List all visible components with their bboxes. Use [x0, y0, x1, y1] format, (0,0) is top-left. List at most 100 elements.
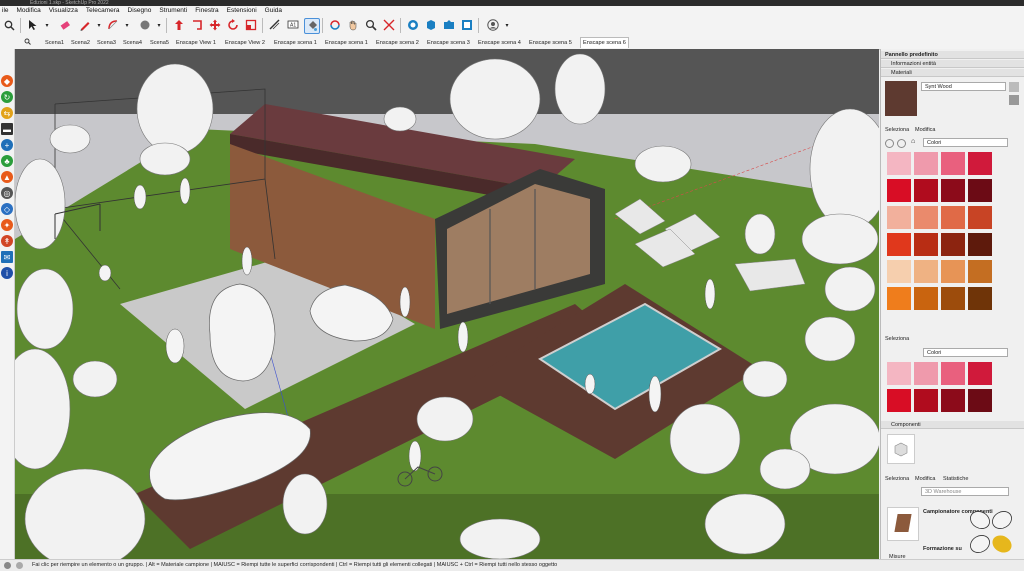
text-icon[interactable]: A1: [286, 18, 300, 32]
menu-file[interactable]: ile: [2, 6, 9, 15]
reset-material-icon[interactable]: [1009, 95, 1019, 105]
color-swatch[interactable]: [968, 206, 992, 229]
push-pull-icon[interactable]: [172, 18, 186, 32]
color-swatch[interactable]: [887, 233, 911, 256]
color-swatch[interactable]: [941, 260, 965, 283]
color-swatch[interactable]: [941, 362, 965, 385]
component-item2-title[interactable]: Formazione su: [923, 546, 962, 552]
arc-icon[interactable]: [106, 18, 120, 32]
rotate-icon[interactable]: [226, 18, 240, 32]
enscape-upload-icon[interactable]: ↟: [1, 235, 13, 247]
create-material-icon[interactable]: [1009, 82, 1019, 92]
back-icon[interactable]: [885, 139, 894, 148]
tab-select-secondary[interactable]: Seleziona: [885, 336, 909, 342]
enscape-add-icon[interactable]: +: [1, 139, 13, 151]
chevron-down-icon[interactable]: ▾: [92, 18, 106, 32]
model-viewport[interactable]: [15, 49, 879, 559]
tab-scena5[interactable]: Scena5: [150, 38, 169, 48]
color-swatch[interactable]: [941, 152, 965, 175]
shape-icon[interactable]: [138, 18, 152, 32]
tab-enscape-scena-1[interactable]: Enscape scena 1: [274, 38, 317, 48]
menu-view[interactable]: Visualizza: [49, 6, 78, 15]
menu-tools[interactable]: Strumenti: [159, 6, 187, 15]
scale-icon[interactable]: [244, 18, 258, 32]
tab-scena4[interactable]: Scena4: [123, 38, 142, 48]
panel-components[interactable]: Componenti: [881, 421, 1024, 429]
panel-entity-info[interactable]: Informazioni entità: [881, 60, 1024, 68]
color-swatch[interactable]: [887, 179, 911, 202]
material-name-field[interactable]: Synt Wood: [921, 82, 1006, 91]
chevron-down-icon[interactable]: ▾: [500, 18, 514, 32]
tab-enscape-scena-1b[interactable]: Enscape scena 1: [325, 38, 368, 48]
forward-icon[interactable]: [897, 139, 906, 148]
follow-me-icon[interactable]: [190, 18, 204, 32]
color-swatch[interactable]: [887, 152, 911, 175]
scene-search-icon[interactable]: [24, 38, 31, 48]
color-swatch[interactable]: [887, 389, 911, 412]
color-swatch[interactable]: [941, 179, 965, 202]
tab-enscape-scena-5[interactable]: Enscape scena 5: [529, 38, 572, 48]
tab-comp-select[interactable]: Seleziona: [885, 476, 909, 482]
enscape-sync-icon[interactable]: ↻: [1, 91, 13, 103]
warehouse-icon[interactable]: [406, 18, 420, 32]
tab-scena3[interactable]: Scena3: [97, 38, 116, 48]
color-swatch[interactable]: [941, 233, 965, 256]
enscape-asset-icon[interactable]: ♣: [1, 155, 13, 167]
material-preview[interactable]: [885, 81, 917, 116]
component-item-thumb[interactable]: [887, 507, 919, 541]
enscape-camera-icon[interactable]: ▬: [1, 123, 13, 135]
panel-materials[interactable]: Materiali: [881, 69, 1024, 77]
chevron-down-icon[interactable]: ▾: [152, 18, 166, 32]
color-swatch[interactable]: [914, 260, 938, 283]
color-swatch[interactable]: [968, 233, 992, 256]
tab-enscape-view-2[interactable]: Enscape View 2: [225, 38, 265, 48]
color-swatch[interactable]: [914, 389, 938, 412]
chevron-down-icon[interactable]: ▾: [120, 18, 134, 32]
component-search-input[interactable]: 3D Warehouse: [921, 487, 1009, 496]
layout-icon[interactable]: [460, 18, 474, 32]
orbit-icon[interactable]: [328, 18, 342, 32]
menu-edit[interactable]: Modifica: [17, 6, 41, 15]
tab-enscape-scena-6[interactable]: Enscape scena 6: [580, 37, 629, 48]
color-swatch[interactable]: [887, 206, 911, 229]
account-icon[interactable]: [486, 18, 500, 32]
library-select[interactable]: Colori: [923, 138, 1008, 147]
enscape-info-icon[interactable]: i: [1, 267, 13, 279]
zoom-icon[interactable]: [364, 18, 378, 32]
tab-scena2[interactable]: Scena2: [71, 38, 90, 48]
enscape-feedback-icon[interactable]: ✉: [1, 251, 13, 263]
pan-hand-icon[interactable]: [346, 18, 360, 32]
color-swatch[interactable]: [968, 287, 992, 310]
tab-enscape-scena-4[interactable]: Enscape scena 4: [478, 38, 521, 48]
search-icon[interactable]: [2, 18, 16, 32]
enscape-export-icon[interactable]: ◇: [1, 203, 13, 215]
zoom-extents-icon[interactable]: [382, 18, 396, 32]
enscape-start-icon[interactable]: ◆: [1, 75, 13, 87]
home-icon[interactable]: ⌂: [911, 138, 919, 146]
menu-help[interactable]: Guida: [265, 6, 282, 15]
eraser-icon[interactable]: [58, 18, 72, 32]
tab-edit[interactable]: Modifica: [915, 127, 935, 133]
tab-scena1[interactable]: Scena1: [45, 38, 64, 48]
tape-measure-icon[interactable]: [268, 18, 282, 32]
share-model-icon[interactable]: [442, 18, 456, 32]
menu-window[interactable]: Finestra: [195, 6, 218, 15]
color-swatch[interactable]: [941, 389, 965, 412]
color-swatch[interactable]: [968, 389, 992, 412]
enscape-link-icon[interactable]: ⇆: [1, 107, 13, 119]
color-swatch[interactable]: [914, 206, 938, 229]
color-swatch[interactable]: [887, 362, 911, 385]
enscape-panorama-icon[interactable]: ◎: [1, 187, 13, 199]
color-swatch[interactable]: [914, 233, 938, 256]
tab-enscape-scena-2[interactable]: Enscape scena 2: [376, 38, 419, 48]
extension-warehouse-icon[interactable]: [424, 18, 438, 32]
tab-comp-edit[interactable]: Modifica: [915, 476, 935, 482]
menu-extensions[interactable]: Estensioni: [227, 6, 257, 15]
color-swatch[interactable]: [914, 152, 938, 175]
menu-draw[interactable]: Disegno: [128, 6, 152, 15]
tab-enscape-view-1[interactable]: Enscape View 1: [176, 38, 216, 48]
pencil-icon[interactable]: [78, 18, 92, 32]
color-swatch[interactable]: [968, 362, 992, 385]
color-swatch[interactable]: [887, 260, 911, 283]
color-swatch[interactable]: [887, 287, 911, 310]
